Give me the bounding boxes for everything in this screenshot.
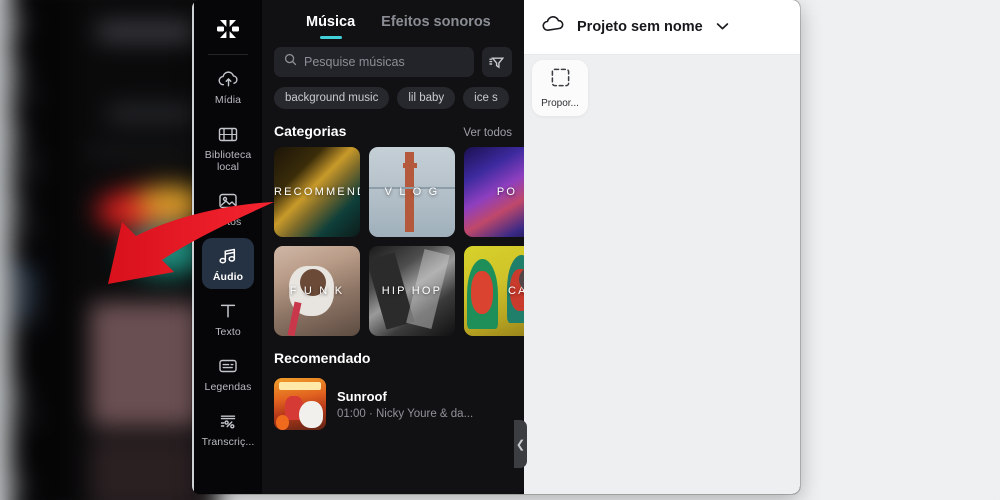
category-label: RECOMMEND (274, 186, 360, 198)
sidebar-item-label: Biblioteca local (204, 149, 252, 173)
section-title: Recomendado (274, 350, 371, 366)
transcription-icon (218, 410, 238, 432)
filter-sort-icon[interactable] (482, 47, 512, 77)
sidebar-item-transcricao[interactable]: Transcriç... (202, 403, 254, 454)
bg-edge (0, 0, 12, 500)
chevron-down-icon[interactable] (716, 18, 729, 36)
tag-chip[interactable]: lil baby (397, 87, 456, 109)
track-artwork (274, 378, 326, 430)
list-item[interactable]: Sunroof 01:00 · Nicky Youre & da... (262, 374, 524, 430)
category-card[interactable]: HIP HOP (369, 246, 455, 336)
tag-chip[interactable]: ice s (463, 87, 509, 109)
category-label: V L O G (384, 186, 440, 198)
sidebar-item-midia[interactable]: Mídia (202, 61, 254, 112)
tab-active-underline (319, 36, 342, 39)
track-title: Sunroof (337, 388, 387, 404)
categories-header: Categorias Ver todos (262, 109, 524, 147)
track-meta: 01:00 · Nicky Youre & da... (337, 407, 474, 420)
categories-grid: RECOMMEND V L O G PO F U N K HIP HOP C (262, 147, 524, 336)
category-label: F U N K (289, 285, 345, 297)
capcut-logo-icon (217, 19, 239, 39)
search-row: Pesquise músicas (262, 39, 524, 77)
bg-pill (96, 21, 197, 42)
see-all-link[interactable]: Ver todos (463, 127, 512, 139)
category-label: CARN (508, 285, 524, 297)
cloud-icon[interactable] (542, 16, 564, 38)
category-card[interactable]: PO (464, 147, 524, 237)
tag-chip[interactable]: background music (274, 87, 390, 109)
bg-card (90, 302, 205, 427)
page-title: Projeto sem nome (577, 19, 703, 35)
sidebar-item-label: Legendas (204, 381, 252, 393)
tab-label: Música (306, 14, 356, 30)
aspect-ratio-label: Propor... (541, 98, 579, 109)
annotation-arrow (108, 202, 274, 284)
panel-collapse-handle[interactable]: ❮ (514, 420, 527, 468)
suggested-tags: background music lil baby ice s (262, 77, 524, 109)
film-strip-icon (218, 123, 238, 145)
category-card[interactable]: F U N K (274, 246, 360, 336)
tab-efeitos-sonoros[interactable]: Efeitos sonoros (381, 14, 491, 39)
track-text: Sunroof 01:00 · Nicky Youre & da... (337, 389, 473, 420)
sidebar-item-label: Mídia (214, 94, 242, 106)
sidebar-item-legendas[interactable]: Legendas (202, 348, 254, 399)
caption-box-icon (218, 355, 238, 377)
capcut-editor-window: Mídia Biblioteca local Fot (192, 0, 800, 494)
recommended-header: Recomendado (262, 336, 524, 374)
aspect-ratio-button[interactable]: Propor... (532, 60, 588, 116)
search-input[interactable]: Pesquise músicas (274, 47, 474, 77)
search-placeholder: Pesquise músicas (304, 55, 405, 69)
sidebar-item-label: Texto (215, 326, 241, 338)
bg-card (90, 437, 205, 500)
sidebar-item-label: Transcriç... (201, 436, 255, 448)
player-stage: Projeto sem nome Propor... ❮ (514, 0, 800, 494)
category-label: PO (496, 186, 518, 198)
sidebar-item-biblioteca-local[interactable]: Biblioteca local (202, 116, 254, 179)
project-topbar: Projeto sem nome (524, 0, 800, 55)
tab-label: Efeitos sonoros (381, 14, 491, 30)
app-logo[interactable] (194, 6, 262, 52)
category-card[interactable]: CARN (464, 246, 524, 336)
rail-divider (208, 54, 248, 55)
audio-panel: Música Efeitos sonoros Pesquise músicas (262, 0, 524, 494)
tab-musica[interactable]: Música (306, 14, 355, 39)
search-icon (284, 53, 297, 71)
panel-tabs: Música Efeitos sonoros (262, 0, 524, 39)
category-card[interactable]: V L O G (369, 147, 455, 237)
bg-pill (88, 148, 197, 157)
category-label: HIP HOP (381, 285, 443, 297)
aspect-ratio-dashed-icon (550, 67, 571, 93)
category-card[interactable]: RECOMMEND (274, 147, 360, 237)
cloud-upload-icon (217, 68, 239, 90)
section-title: Categorias (274, 123, 347, 139)
bg-pill (106, 104, 197, 124)
